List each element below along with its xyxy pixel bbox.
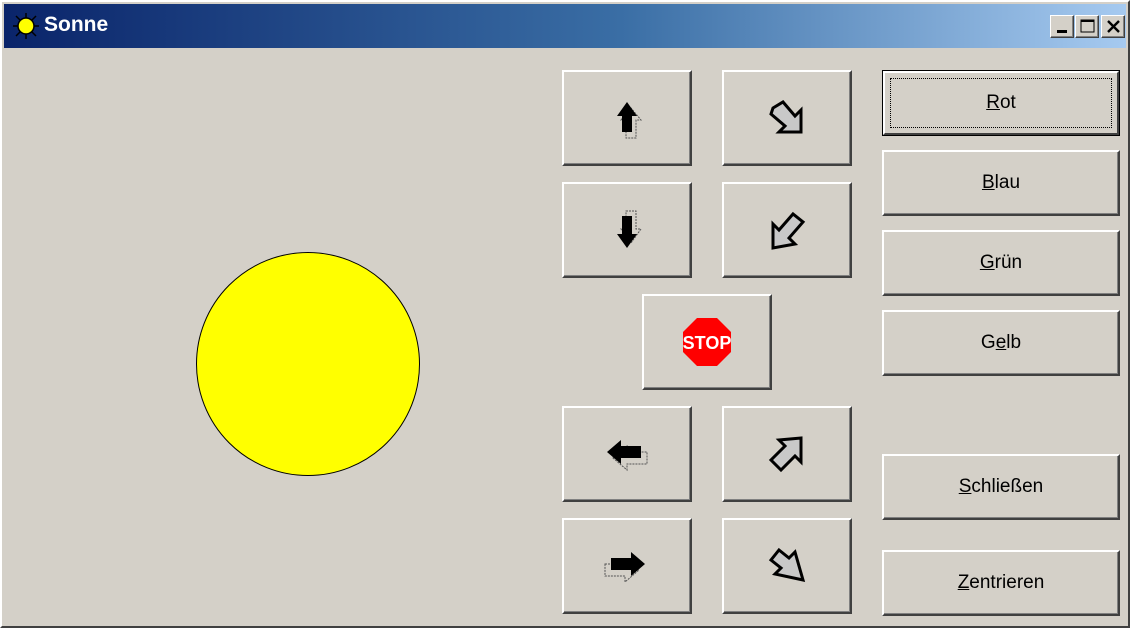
- arrow-diagonal-up-left-icon: [768, 436, 803, 473]
- rotate-left-up-button[interactable]: [722, 182, 852, 278]
- arrow-right-icon: [604, 552, 645, 584]
- schliessen-label: Schließen: [958, 476, 1044, 497]
- rotate-down-left-button[interactable]: [722, 518, 852, 614]
- sun-app-icon: [13, 13, 39, 39]
- blau-label: Blau: [981, 172, 1021, 193]
- move-down-button[interactable]: [562, 182, 692, 278]
- stop-sign-label: STOP: [683, 333, 732, 353]
- arrow-up-icon: [617, 102, 643, 139]
- window-title: Sonne: [44, 13, 109, 36]
- rotate-right-up-button[interactable]: [722, 70, 852, 166]
- move-left-button[interactable]: [562, 406, 692, 502]
- minimize-button[interactable]: [1050, 15, 1074, 38]
- blau-button[interactable]: Blau: [882, 150, 1120, 216]
- gelb-label: Gelb: [980, 332, 1022, 353]
- gelb-button[interactable]: Gelb: [882, 310, 1120, 376]
- stop-button[interactable]: STOP: [642, 294, 772, 390]
- arrow-diagonal-down-right-icon: [769, 100, 803, 134]
- rot-button[interactable]: Rot: [882, 70, 1120, 136]
- move-up-button[interactable]: [562, 70, 692, 166]
- title-bar[interactable]: Sonne: [4, 4, 1126, 48]
- arrow-diagonal-down-left-icon: [768, 547, 806, 582]
- sun-circle: [196, 252, 420, 476]
- maximize-button[interactable]: [1075, 15, 1099, 38]
- zentrieren-label: Zentrieren: [957, 572, 1045, 593]
- stop-sign-icon: STOP: [683, 318, 732, 366]
- rot-label: Rot: [986, 92, 1016, 113]
- minimize-icon: [1057, 30, 1067, 33]
- zentrieren-button[interactable]: Zentrieren: [882, 550, 1120, 616]
- move-right-button[interactable]: [562, 518, 692, 614]
- close-icon: [1107, 20, 1120, 33]
- sonne-window: Sonne STOP Rot Blau Grün Gelb Schließen …: [0, 0, 1130, 628]
- maximize-icon: [1080, 19, 1095, 33]
- gruen-label: Grün: [979, 252, 1023, 273]
- close-button[interactable]: [1101, 15, 1125, 38]
- rotate-up-left-button[interactable]: [722, 406, 852, 502]
- gruen-button[interactable]: Grün: [882, 230, 1120, 296]
- arrow-diagonal-up-right-icon: [771, 211, 806, 250]
- schliessen-button[interactable]: Schließen: [882, 454, 1120, 520]
- arrow-left-icon: [607, 440, 648, 472]
- arrow-down-icon: [617, 210, 642, 248]
